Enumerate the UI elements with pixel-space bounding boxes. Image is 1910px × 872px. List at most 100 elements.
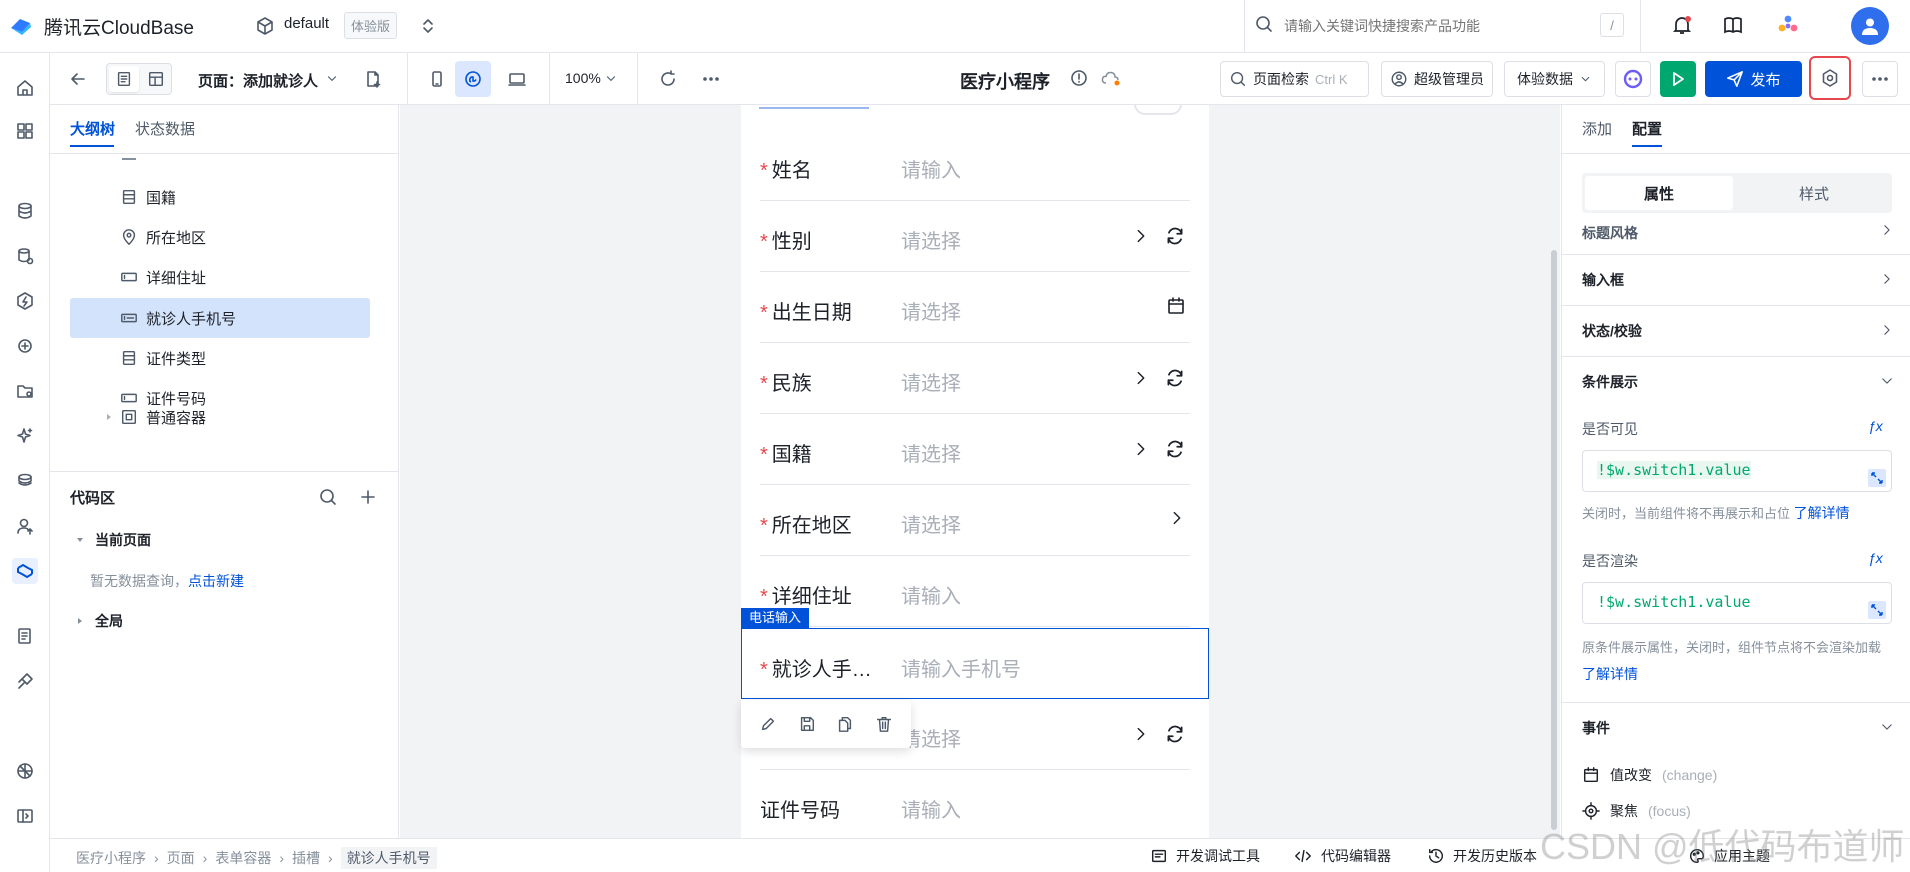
form-field-id-number[interactable]: 证件号码 请输入 [760, 770, 1190, 838]
page-selector[interactable]: 页面：添加就诊人 [198, 70, 318, 91]
section-title-style[interactable]: 标题风格 [1582, 223, 1638, 243]
chevron-right-icon[interactable] [1880, 323, 1894, 337]
field-placeholder[interactable]: 请选择 [901, 367, 961, 396]
fx-expression-icon[interactable]: ƒx [1868, 418, 1883, 434]
event-change[interactable]: 值改变 (change) [1582, 765, 1717, 785]
tab-outline-tree[interactable]: 大纲树 [70, 118, 115, 139]
form-field-address[interactable]: * 详细住址 请输入 [760, 556, 1190, 627]
data-model-icon[interactable] [12, 243, 38, 269]
segment-styles[interactable]: 样式 [1739, 176, 1889, 210]
settings-button[interactable] [1809, 56, 1851, 100]
refresh-icon[interactable] [1164, 438, 1186, 460]
apps-grid-icon[interactable] [12, 118, 38, 144]
tree-item-nationality[interactable]: 国籍 [120, 177, 398, 217]
desktop-preview-icon[interactable] [507, 69, 527, 89]
learn-more-link[interactable]: 了解详情 [1582, 666, 1638, 682]
ai-assistant-button[interactable] [1615, 61, 1651, 97]
zoom-chevron-icon[interactable] [604, 72, 618, 86]
run-preview-button[interactable] [1660, 61, 1696, 97]
app-theme-button[interactable]: 应用主题 [1688, 846, 1770, 866]
env-switch-icon[interactable] [418, 16, 438, 36]
breadcrumb-item[interactable]: 插槽 [292, 848, 320, 868]
field-placeholder[interactable]: 请选择 [901, 225, 961, 254]
section-input-box[interactable]: 输入框 [1582, 270, 1624, 290]
extensions-icon[interactable] [12, 758, 38, 784]
ai-sparkle-icon[interactable] [12, 423, 38, 449]
tree-item-id-type[interactable]: 证件类型 [120, 338, 398, 378]
refresh-icon[interactable] [658, 69, 678, 89]
selected-phone-field[interactable]: * 就诊人手… 请输入手机号 [741, 628, 1209, 699]
global-search-input[interactable] [1284, 12, 1584, 40]
storage-icon[interactable] [12, 378, 38, 404]
plugin-icon[interactable] [12, 668, 38, 694]
render-expression-input[interactable]: !$w.switch1.value [1582, 582, 1892, 624]
global-node[interactable]: 全局 [95, 611, 123, 631]
notification-bell-icon[interactable] [1670, 13, 1694, 37]
learn-more-link[interactable]: 了解详情 [1794, 505, 1850, 521]
event-focus[interactable]: 聚焦 (focus) [1582, 801, 1691, 821]
canvas-scrollbar[interactable] [1551, 250, 1557, 830]
chevron-down-icon[interactable] [1880, 720, 1894, 734]
segment-properties[interactable]: 属性 [1585, 176, 1733, 210]
tree-item-patient-phone[interactable]: 就诊人手机号 [120, 298, 398, 338]
chevron-right-icon[interactable] [1132, 725, 1150, 743]
caret-right-icon[interactable] [75, 616, 85, 626]
chevron-right-icon[interactable] [1880, 223, 1894, 237]
field-placeholder[interactable]: 请输入 [901, 794, 961, 823]
logs-icon[interactable] [12, 623, 38, 649]
code-search-icon[interactable] [318, 487, 338, 507]
data-mode-select[interactable]: 体验数据 [1504, 61, 1605, 97]
layout-view-icon[interactable] [141, 66, 171, 92]
brand-name[interactable]: 腾讯云CloudBase [44, 13, 194, 40]
refresh-icon[interactable] [1164, 367, 1186, 389]
caret-down-icon[interactable] [75, 535, 85, 545]
save-icon[interactable] [798, 715, 816, 733]
code-add-icon[interactable] [358, 487, 378, 507]
chevron-right-icon[interactable] [1132, 440, 1150, 458]
more-options-button[interactable] [1862, 61, 1898, 97]
form-field-gender[interactable]: * 性别 请选择 [760, 201, 1190, 272]
page-search-button[interactable]: 页面检索 Ctrl K [1220, 61, 1369, 97]
create-query-link[interactable]: 点击新建 [188, 573, 244, 589]
chevron-right-icon[interactable] [1168, 509, 1186, 527]
docs-book-icon[interactable] [1722, 14, 1744, 36]
database-icon[interactable] [12, 198, 38, 224]
tree-item-container[interactable]: 普通容器 [120, 397, 398, 437]
chevron-right-icon[interactable] [1132, 369, 1150, 387]
user-avatar[interactable] [1851, 7, 1889, 45]
visible-expression-input[interactable]: !$w.switch1.value [1582, 450, 1892, 492]
current-page-node[interactable]: 当前页面 [95, 530, 151, 550]
tree-item-region[interactable]: 所在地区 [120, 217, 398, 257]
delete-trash-icon[interactable] [875, 715, 893, 733]
breadcrumb-current[interactable]: 就诊人手机号 [340, 847, 437, 869]
app-builder-icon[interactable] [12, 558, 38, 584]
switch-toggle[interactable] [1134, 105, 1182, 115]
code-editor-button[interactable]: 代码编辑器 [1293, 846, 1391, 866]
field-placeholder[interactable]: 请选择 [901, 438, 961, 467]
user-permission-icon[interactable] [12, 513, 38, 539]
workflow-icon[interactable] [12, 333, 38, 359]
form-field-birthdate[interactable]: * 出生日期 请选择 [760, 272, 1190, 343]
form-field-name[interactable]: * 姓名 请输入 [760, 130, 1190, 201]
fx-expression-icon[interactable]: ƒx [1868, 550, 1883, 566]
section-state-validation[interactable]: 状态/校验 [1582, 321, 1642, 341]
info-icon[interactable] [1069, 68, 1089, 88]
phone-placeholder[interactable]: 请输入手机号 [901, 653, 1021, 682]
miniprogram-preview-icon[interactable] [455, 61, 491, 97]
breadcrumb-item[interactable]: 医疗小程序 [76, 848, 146, 868]
expand-icon[interactable] [1868, 469, 1886, 487]
chevron-down-icon[interactable] [325, 72, 339, 86]
form-field-nationality[interactable]: * 国籍 请选择 [760, 414, 1190, 485]
home-icon[interactable] [12, 75, 38, 101]
role-button[interactable]: 超级管理员 [1381, 61, 1493, 97]
page-view-icon[interactable] [109, 66, 139, 92]
zoom-level[interactable]: 100% [565, 70, 601, 86]
env-name[interactable]: default [284, 15, 329, 32]
section-events[interactable]: 事件 [1582, 718, 1610, 738]
calendar-icon[interactable] [1166, 296, 1186, 316]
tree-item-address[interactable]: 详细住址 [120, 257, 398, 297]
section-conditional-display[interactable]: 条件展示 [1582, 372, 1638, 392]
field-placeholder[interactable]: 请输入 [901, 154, 961, 183]
form-field-region[interactable]: * 所在地区 请选择 [760, 485, 1190, 556]
refresh-icon[interactable] [1164, 723, 1186, 745]
